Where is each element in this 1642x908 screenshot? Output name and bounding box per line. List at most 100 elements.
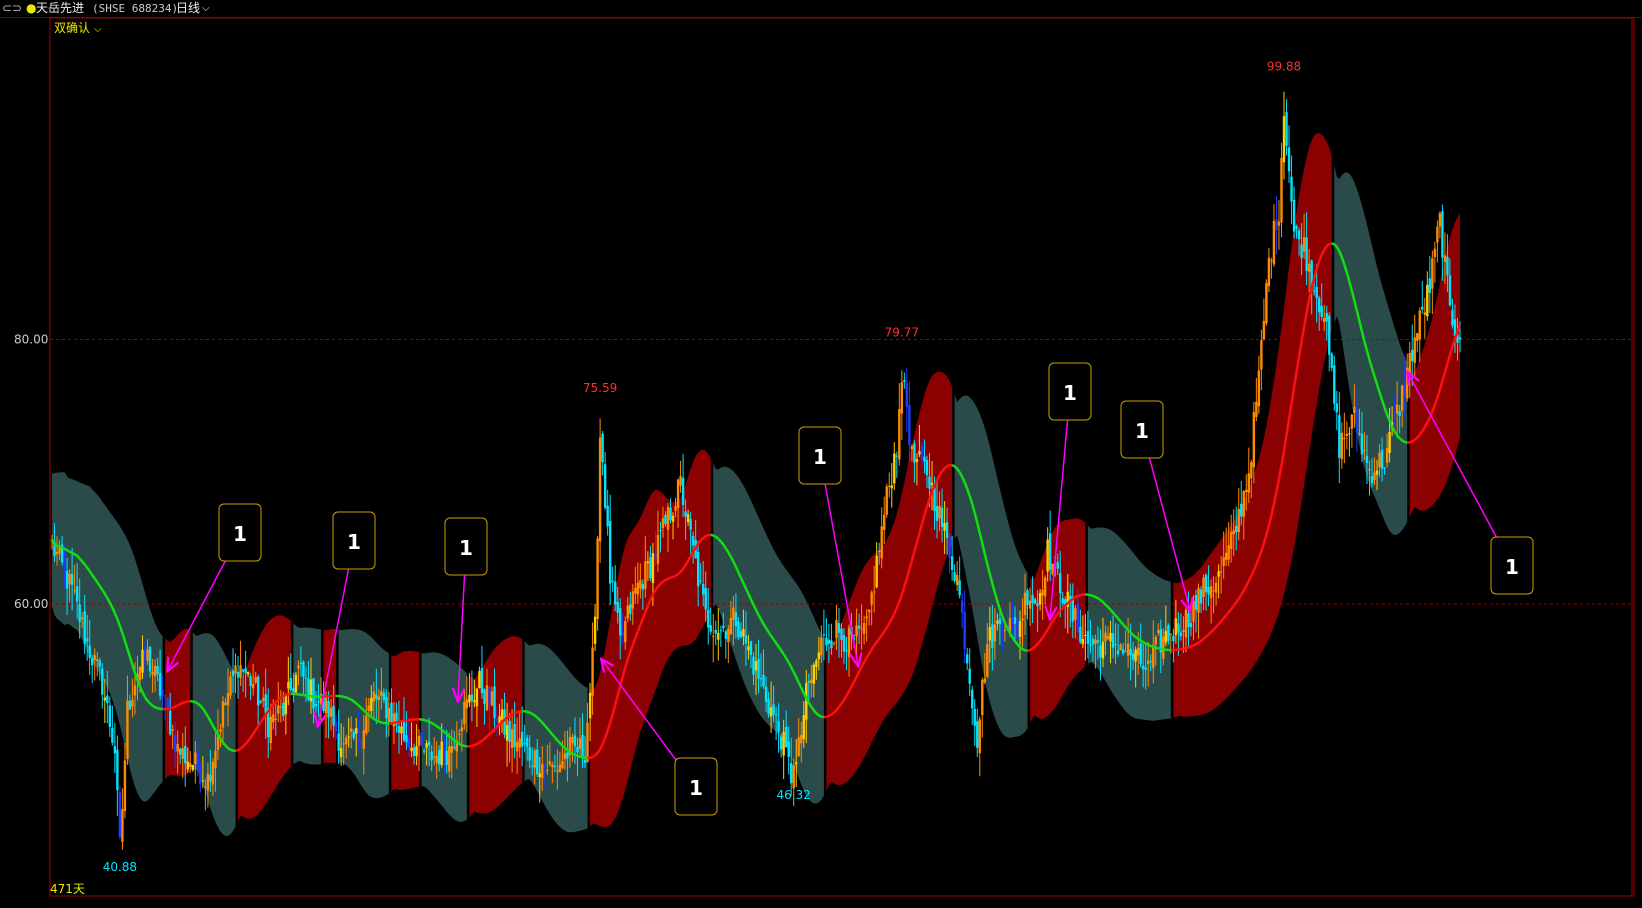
candle-body — [1386, 448, 1388, 463]
trend-line-segment — [1065, 603, 1068, 605]
candle-body — [622, 632, 624, 636]
candle-body — [1210, 586, 1212, 598]
candle-body — [488, 687, 490, 705]
candle-body — [244, 668, 246, 673]
chart-area[interactable]: 60.0080.0075.5979.7799.8846.3240.8811111… — [0, 0, 1642, 904]
candle-body — [1305, 238, 1307, 271]
candle-body — [149, 647, 151, 672]
candle-body — [637, 583, 639, 595]
candle-body — [1341, 433, 1343, 459]
trend-line-segment — [459, 744, 462, 745]
trend-line-segment — [195, 702, 198, 703]
candle-body — [858, 626, 860, 629]
trend-line-segment — [1400, 438, 1403, 440]
candle-body — [310, 680, 312, 702]
candle-body — [1172, 636, 1174, 641]
candle-body — [1016, 618, 1018, 639]
candle-body — [574, 735, 576, 746]
trend-line-segment — [1329, 243, 1332, 244]
candle-body — [259, 701, 261, 703]
candle-body — [388, 708, 390, 725]
trend-line-segment — [831, 713, 834, 715]
candle-body — [219, 729, 221, 731]
candle-body — [782, 732, 784, 756]
candle-body — [1187, 613, 1189, 627]
candle-body — [551, 765, 553, 767]
candle-body — [571, 737, 573, 743]
trend-line-segment — [1033, 647, 1036, 649]
candle-body — [755, 661, 757, 670]
candle-body — [976, 721, 978, 747]
candle-body — [355, 728, 357, 734]
candle-body — [1170, 634, 1172, 635]
candle-body — [1026, 590, 1028, 605]
candle-body — [1190, 623, 1192, 627]
candle-body — [1290, 177, 1292, 202]
trend-line-segment — [286, 694, 289, 695]
trend-line-segment — [70, 552, 73, 553]
candle-body — [68, 574, 70, 585]
candle-body — [166, 698, 168, 708]
candle-body — [677, 480, 679, 508]
trend-line-segment — [512, 713, 515, 714]
candle-body — [433, 757, 435, 758]
trend-line-segment — [1088, 595, 1091, 596]
trend-line-segment — [173, 707, 176, 708]
candle-body — [619, 608, 621, 635]
candle-body — [586, 723, 588, 762]
trend-line-segment — [955, 466, 958, 468]
candle-body — [601, 434, 603, 462]
candle-body — [1253, 412, 1255, 467]
candle-body — [715, 630, 717, 634]
trend-line-segment — [449, 736, 452, 738]
candle-body — [873, 592, 875, 593]
candle-body — [634, 588, 636, 594]
candle-body — [151, 672, 153, 675]
candle-body — [614, 582, 616, 605]
candle-body — [908, 405, 910, 445]
candlestick-chart[interactable]: 60.0080.0075.5979.7799.8846.3240.8811111… — [0, 0, 1642, 904]
candle-body — [1258, 370, 1260, 406]
candle-body — [1036, 604, 1038, 607]
candle-body — [707, 610, 709, 627]
candle-body — [1024, 593, 1026, 615]
candle-body — [360, 742, 362, 744]
trend-line-segment — [492, 729, 495, 732]
candle-body — [337, 733, 339, 750]
candle-body — [906, 383, 908, 407]
candle-body — [710, 625, 712, 632]
candle-body — [629, 604, 631, 614]
candle-body — [916, 459, 918, 462]
trend-line-segment — [945, 466, 948, 468]
candle-body — [1019, 621, 1021, 637]
trend-band — [1334, 165, 1407, 535]
trend-line-segment — [577, 756, 580, 757]
trend-line-segment — [660, 582, 663, 584]
trend-line-segment — [487, 734, 490, 736]
y-tick-label: 60.00 — [14, 597, 48, 611]
candle-body — [192, 765, 194, 770]
price-extreme-label: 46.32 — [777, 788, 811, 802]
candle-body — [1288, 148, 1290, 172]
candle-body — [109, 705, 111, 726]
signal-label: 1 — [689, 776, 703, 800]
trend-line-segment — [1204, 637, 1207, 639]
trend-line-segment — [1068, 601, 1071, 603]
candle-body — [242, 670, 244, 672]
candle-body — [385, 697, 387, 718]
trend-line-segment — [816, 713, 819, 715]
trend-line-segment — [437, 726, 440, 728]
candle-body — [335, 722, 337, 732]
candle-body — [1366, 456, 1368, 463]
candle-body — [375, 694, 377, 699]
trend-band — [1173, 133, 1331, 718]
candle-body — [1326, 313, 1328, 321]
candle-body — [617, 602, 619, 613]
candle-body — [682, 478, 684, 505]
candle-body — [1378, 453, 1380, 467]
trend-line-segment — [593, 755, 596, 757]
candle-body — [209, 775, 211, 782]
candle-body — [609, 521, 611, 584]
candle-body — [229, 677, 231, 696]
candle-body — [747, 646, 749, 650]
